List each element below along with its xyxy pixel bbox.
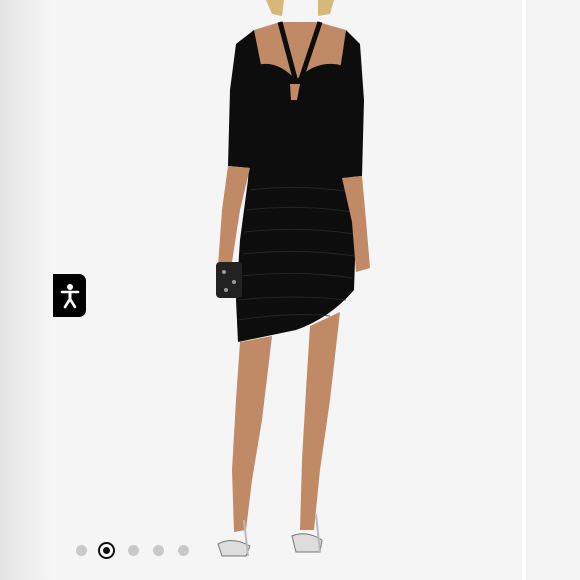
previous-slide-peek[interactable] <box>0 0 56 580</box>
product-photo[interactable] <box>56 0 522 580</box>
pagination-dot-active[interactable] <box>98 541 115 559</box>
accessibility-button[interactable] <box>53 274 86 317</box>
dress-model-image <box>216 0 370 557</box>
product-gallery <box>0 0 580 580</box>
pagination-dot[interactable] <box>76 544 87 556</box>
pagination-dot[interactable] <box>128 544 139 556</box>
pagination-dot[interactable] <box>178 544 189 556</box>
carousel-pagination <box>76 540 203 560</box>
accessibility-icon <box>60 283 79 308</box>
pagination-dot[interactable] <box>153 544 164 556</box>
next-slide-peek[interactable] <box>526 0 580 580</box>
